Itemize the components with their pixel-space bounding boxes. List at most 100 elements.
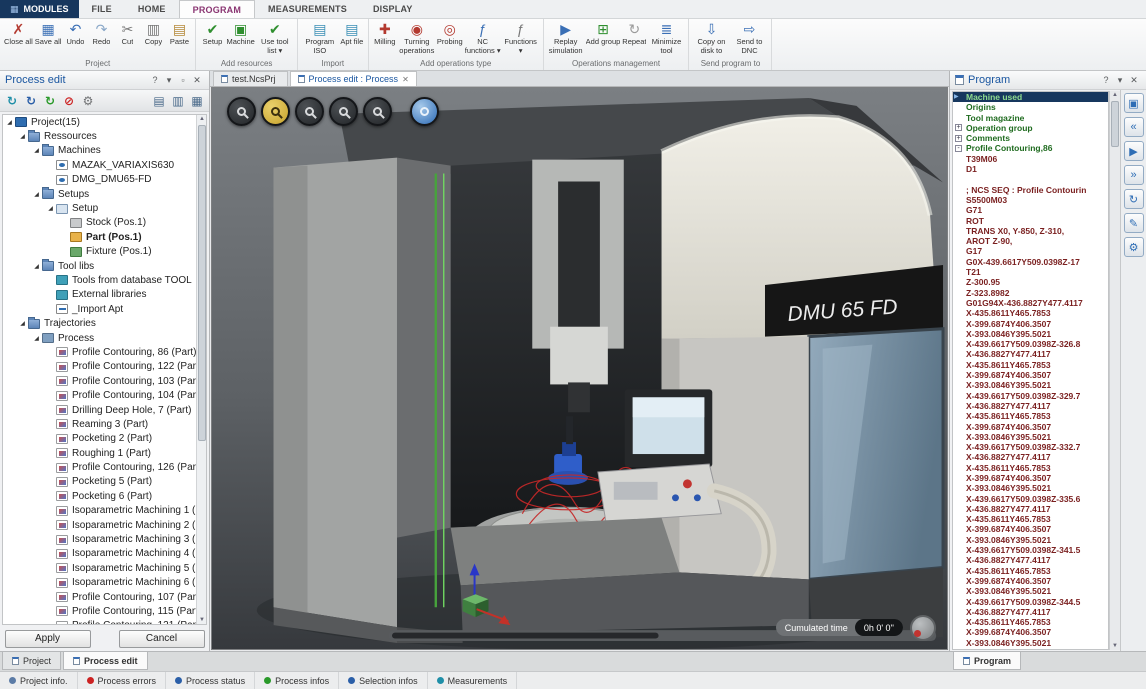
tree-item[interactable]: ◢ Project(15) <box>3 115 206 129</box>
tree-item[interactable]: Pocketing 5 (Part) <box>3 475 206 489</box>
panel-header-button[interactable]: ✕ <box>1127 75 1141 86</box>
program-line[interactable]: X-393.0846Y395.5021 <box>953 638 1108 648</box>
tree-item[interactable]: Profile Contouring, 107 (Part) <box>3 590 206 604</box>
ribbon-tab[interactable]: FILE <box>79 0 125 18</box>
document-tab[interactable]: test.NcsPrj <box>213 71 288 86</box>
program-line[interactable]: X-435.8611Y465.7853 <box>953 566 1108 576</box>
program-line[interactable]: T39M06 <box>953 154 1108 164</box>
status-info-item[interactable]: Measurements <box>428 672 518 689</box>
program-line[interactable]: X-436.8827Y477.4117 <box>953 607 1108 617</box>
document-tab[interactable]: Process edit : Process ✕ <box>290 71 417 86</box>
step-back-button[interactable]: « <box>1124 117 1144 137</box>
program-line[interactable]: X-399.6874Y406.3507 <box>953 370 1108 380</box>
program-line[interactable]: X-435.8611Y465.7853 <box>953 514 1108 524</box>
tree-item[interactable]: Profile Contouring, 121 (Part) <box>3 619 206 625</box>
settings-button[interactable]: ⚙ <box>80 93 96 109</box>
ribbon-button[interactable]: ⇩ Copy on disk to DNC <box>692 20 730 55</box>
program-line[interactable]: Tool magazine <box>953 113 1108 123</box>
program-line[interactable]: X-436.8827Y477.4117 <box>953 504 1108 514</box>
program-line[interactable]: ; NCS SEQ : Profile Contourin <box>953 185 1108 195</box>
program-line[interactable]: X-399.6874Y406.3507 <box>953 422 1108 432</box>
disable-button[interactable]: ⊘ <box>61 93 77 109</box>
program-line[interactable]: X-439.6617Y509.0398Z-344.5 <box>953 597 1108 607</box>
status-info-item[interactable]: Process infos <box>255 672 339 689</box>
panel-header-button[interactable]: ? <box>148 75 162 86</box>
panel-header-button[interactable]: ✕ <box>190 75 204 86</box>
tree-item[interactable]: _Import Apt <box>3 302 206 316</box>
tree-item[interactable]: Profile Contouring, 126 (Part) <box>3 460 206 474</box>
tree-item[interactable]: MAZAK_VARIAXIS630 <box>3 158 206 172</box>
program-line[interactable]: G71 <box>953 205 1108 215</box>
ribbon-tab[interactable]: DISPLAY <box>360 0 426 18</box>
tree-item[interactable]: ◢ Tool libs <box>3 259 206 273</box>
program-line[interactable]: X-399.6874Y406.3507 <box>953 524 1108 534</box>
ribbon-button[interactable]: ✂ Cut <box>114 20 140 46</box>
tree-item[interactable]: Profile Contouring, 103 (Part) <box>3 374 206 388</box>
program-line[interactable]: X-439.6617Y509.0398Z-335.6 <box>953 494 1108 504</box>
status-info-item[interactable]: Selection infos <box>339 672 428 689</box>
program-line[interactable]: X-435.8611Y465.7853 <box>953 463 1108 473</box>
program-scrollbar[interactable]: ▲ ▼ <box>1109 91 1120 650</box>
ribbon-button[interactable]: ƒ NC functions ▾ <box>464 20 502 55</box>
bottom-doc-tab[interactable]: Process edit <box>63 652 148 670</box>
scroll-up-icon[interactable]: ▲ <box>1110 92 1120 98</box>
bottom-program-tab[interactable]: Program <box>953 652 1021 670</box>
program-line[interactable]: + Comments <box>953 133 1108 143</box>
tree-item[interactable]: ◢ Process <box>3 331 206 345</box>
cancel-button[interactable]: Cancel <box>119 630 205 648</box>
ribbon-button[interactable]: ◉ Turning operations <box>398 20 436 55</box>
tab-close-icon[interactable]: ✕ <box>402 75 409 84</box>
ribbon-button[interactable]: ↷ Redo <box>88 20 114 46</box>
bottom-doc-tab[interactable]: Project <box>2 652 61 670</box>
program-settings-button[interactable]: ⚙ <box>1124 237 1144 257</box>
tree-expander-icon[interactable]: ◢ <box>32 263 41 270</box>
tree-expander-icon[interactable]: ◢ <box>32 191 41 198</box>
scroll-up-icon[interactable]: ▲ <box>197 116 207 122</box>
tree-item[interactable]: Profile Contouring, 115 (Part) <box>3 604 206 618</box>
tree-item[interactable]: Isoparametric Machining 1 (Pa <box>3 504 206 518</box>
program-line[interactable]: G17 <box>953 246 1108 256</box>
ribbon-button[interactable]: ▤ Program ISO <box>301 20 339 55</box>
ribbon-button[interactable]: ⊞ Add group <box>585 20 622 46</box>
program-line[interactable]: Machine used <box>953 92 1108 102</box>
tree-item[interactable]: Roughing 1 (Part) <box>3 446 206 460</box>
program-line[interactable]: X-393.0846Y395.5021 <box>953 586 1108 596</box>
program-line[interactable]: X-439.6617Y509.0398Z-329.7 <box>953 391 1108 401</box>
tree-item[interactable]: Part (Pos.1) <box>3 230 206 244</box>
program-line[interactable]: X-436.8827Y477.4117 <box>953 349 1108 359</box>
tree-item[interactable]: ◢ Trajectories <box>3 316 206 330</box>
tree-item[interactable]: Profile Contouring, 86 (Part) <box>3 345 206 359</box>
tree-item[interactable]: ◢ Ressources <box>3 129 206 143</box>
panel-header-button[interactable]: ▫ <box>176 75 190 86</box>
scroll-down-icon[interactable]: ▼ <box>1110 643 1120 649</box>
tree-item[interactable]: Isoparametric Machining 4 (Pa <box>3 547 206 561</box>
program-line[interactable]: + Operation group <box>953 123 1108 133</box>
ribbon-button[interactable]: ▣ Machine <box>225 20 255 46</box>
machine-3d-viewport[interactable]: DMU 65 FD <box>211 87 948 650</box>
tree-expander-icon[interactable]: ◢ <box>46 205 55 212</box>
zoom-all-button[interactable] <box>227 97 256 126</box>
ribbon-button[interactable]: ◎ Probing <box>436 20 464 46</box>
zoom-previous-button[interactable] <box>363 97 392 126</box>
program-line[interactable]: X-439.6617Y509.0398Z-341.5 <box>953 545 1108 555</box>
program-line[interactable]: T21 <box>953 267 1108 277</box>
program-line[interactable]: Z-323.8982 <box>953 288 1108 298</box>
ribbon-tab[interactable]: PROGRAM <box>179 0 255 18</box>
ribbon-tab[interactable]: MEASUREMENTS <box>255 0 360 18</box>
tree-expander-icon[interactable]: ◢ <box>32 147 41 154</box>
program-line[interactable]: X-399.6874Y406.3507 <box>953 627 1108 637</box>
tree-item[interactable]: Drilling Deep Hole, 7 (Part) <box>3 403 206 417</box>
panel-header-button[interactable]: ▾ <box>1113 75 1127 86</box>
ribbon-button[interactable]: ƒ Functions ▾ <box>502 20 540 55</box>
tree-expander-icon[interactable]: ◢ <box>32 335 41 342</box>
tree-item[interactable]: ◢ Machines <box>3 144 206 158</box>
tree-item[interactable]: ◢ Setups <box>3 187 206 201</box>
tree-scrollbar[interactable]: ▲ ▼ <box>196 115 206 624</box>
tree-item[interactable]: Pocketing 2 (Part) <box>3 432 206 446</box>
ribbon-button[interactable]: ⇨ Send to DNC <box>730 20 768 55</box>
scroll-thumb[interactable] <box>198 125 206 441</box>
tab-modules[interactable]: ▦ MODULES <box>0 0 79 18</box>
program-line[interactable]: X-436.8827Y477.4117 <box>953 555 1108 565</box>
program-line[interactable]: - Profile Contouring,86 <box>953 143 1108 153</box>
ribbon-button[interactable]: ✔ Use tool list ▾ <box>256 20 294 55</box>
